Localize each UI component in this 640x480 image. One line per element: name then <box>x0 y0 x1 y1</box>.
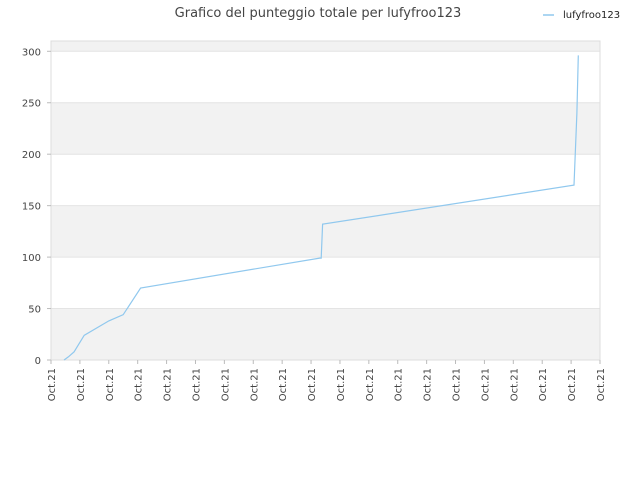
x-tick-label: Oct.21 <box>336 368 347 401</box>
x-tick-label: Oct.21 <box>47 368 58 401</box>
y-axis: 0 50 100 150 200 250 300 <box>22 47 51 367</box>
x-tick-label: Oct.21 <box>134 368 145 401</box>
plot-band <box>51 51 600 103</box>
chart-title: Grafico del punteggio totale per lufyfro… <box>175 6 462 21</box>
plot-band <box>51 308 600 360</box>
y-tick-label: 100 <box>22 253 41 264</box>
x-tick-label: Oct.21 <box>163 368 174 401</box>
plot-band <box>51 102 600 155</box>
x-tick-label: Oct.21 <box>220 368 231 401</box>
x-tick-label: Oct.21 <box>394 368 405 401</box>
x-tick-label: Oct.21 <box>452 368 463 401</box>
x-tick-label: Oct.21 <box>307 368 318 401</box>
y-tick-label: 250 <box>22 99 41 110</box>
legend-label: lufyfroo123 <box>563 10 620 21</box>
x-tick-label: Oct.21 <box>365 368 376 401</box>
x-tick-label: Oct.21 <box>76 368 87 401</box>
y-tick-label: 200 <box>22 150 41 161</box>
y-tick-label: 300 <box>22 47 41 58</box>
score-chart: 050100150200250300 Oct.21 Oct.21 Oct.21 Oct… <box>22 6 620 401</box>
x-axis: Oct.21 Oct.21 Oct.21 Oct.21 Oct.21 Oct.21 Oct.… <box>47 360 607 401</box>
x-tick-label: Oct.21 <box>567 368 578 401</box>
legend: lufyfroo123 <box>543 10 620 21</box>
y-tick-label: 0 <box>35 356 41 367</box>
y-tick-label: 150 <box>22 202 41 213</box>
x-tick-label: Oct.21 <box>596 368 607 401</box>
x-tick-label: Oct.21 <box>538 368 549 401</box>
x-tick-label: Oct.21 <box>105 368 116 401</box>
x-tick-label: Oct.21 <box>278 368 289 401</box>
plot-band <box>51 154 600 206</box>
x-tick-label: Oct.21 <box>480 368 491 401</box>
y-tick-label: 50 <box>28 305 41 316</box>
plot-band <box>51 257 600 309</box>
x-tick-label: Oct.21 <box>423 368 434 401</box>
x-tick-label: Oct.21 <box>249 368 260 401</box>
x-tick-label: Oct.21 <box>509 368 520 401</box>
x-tick-label: Oct.21 <box>191 368 202 401</box>
plot-band <box>51 41 600 52</box>
plot-background-bands <box>51 41 600 360</box>
plot-band <box>51 205 600 258</box>
